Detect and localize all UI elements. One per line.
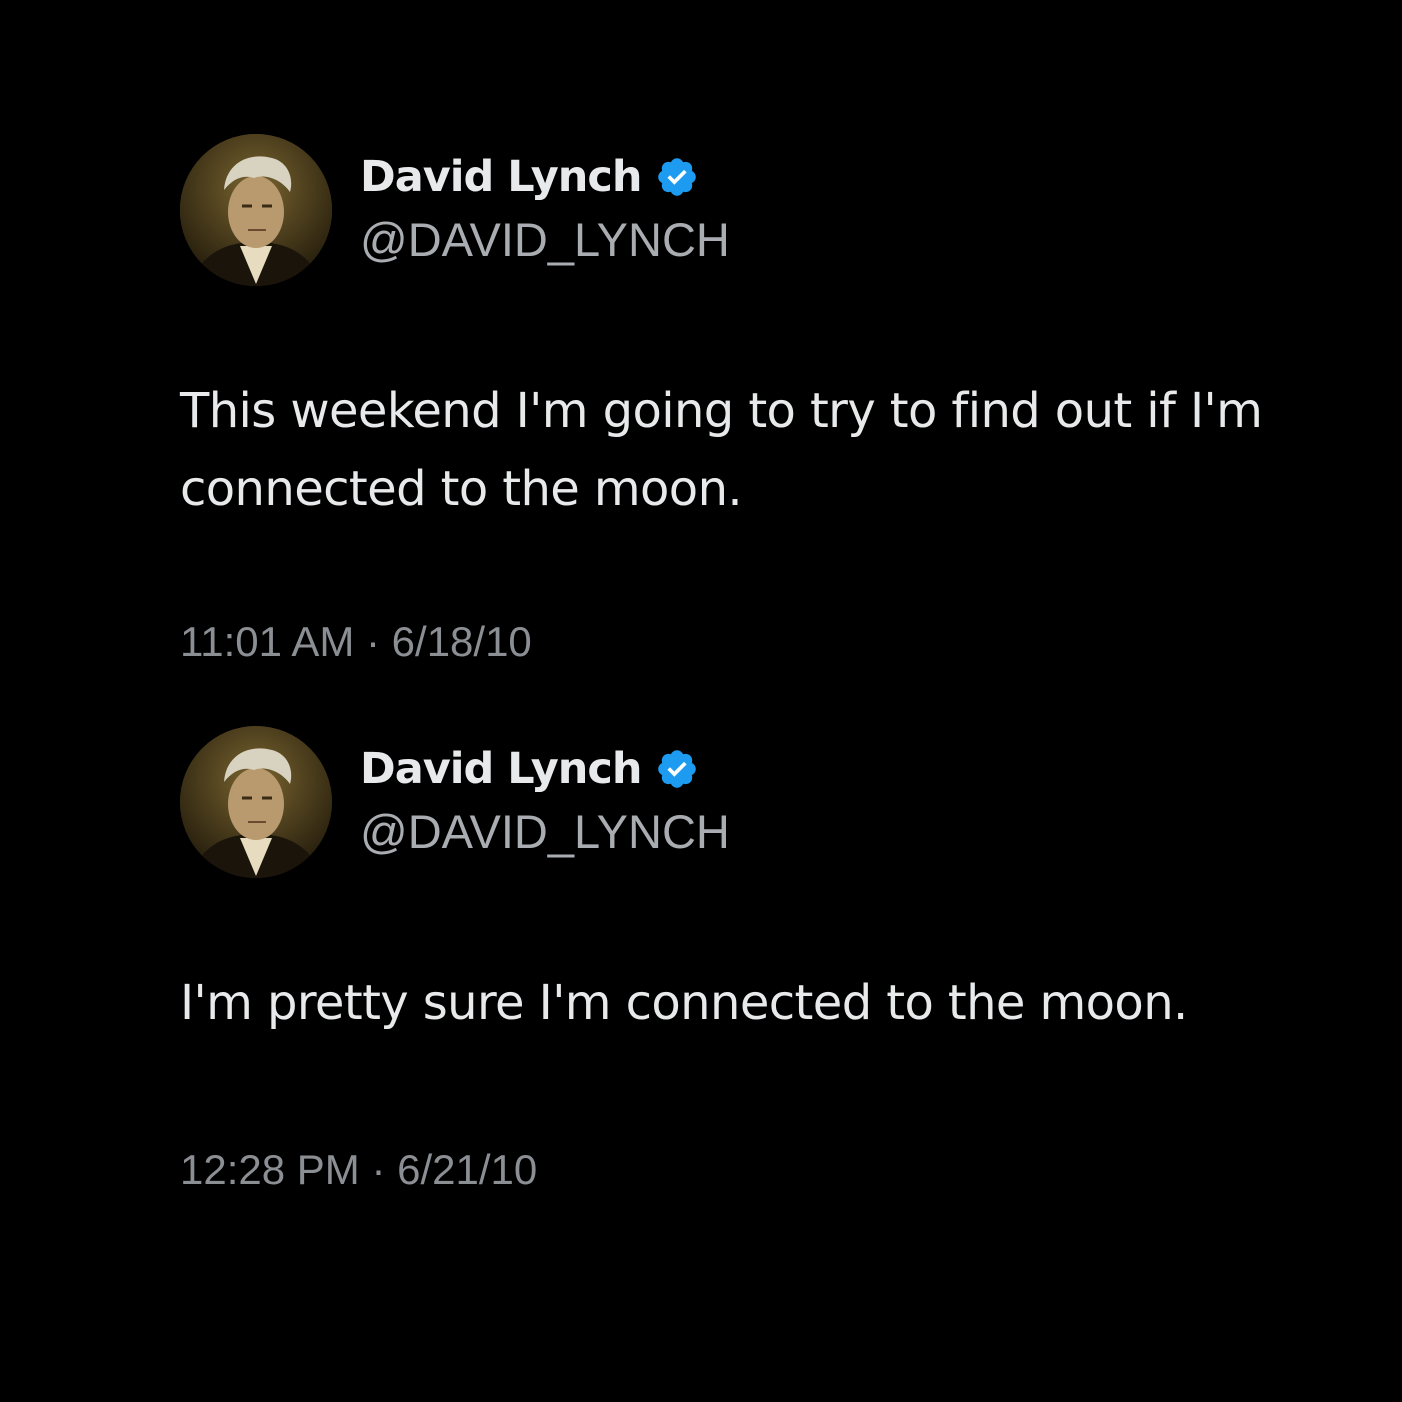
- timestamp[interactable]: 11:01 AM · 6/18/10: [180, 618, 1360, 666]
- handle[interactable]: @DAVID_LYNCH: [360, 212, 730, 267]
- tweet-header: David Lynch @DAVID_LYNCH: [180, 134, 1360, 286]
- avatar-image: [180, 134, 332, 286]
- name-row: David Lynch: [360, 740, 730, 798]
- verified-badge-icon: [658, 749, 697, 788]
- handle[interactable]: @DAVID_LYNCH: [360, 804, 730, 859]
- avatar-image: [180, 726, 332, 878]
- tweet[interactable]: David Lynch @DAVID_LYNCH This weekend I'…: [180, 134, 1360, 666]
- author-identity: David Lynch @DAVID_LYNCH: [360, 740, 730, 859]
- display-name[interactable]: David Lynch: [360, 152, 642, 202]
- avatar[interactable]: [180, 134, 332, 286]
- avatar[interactable]: [180, 726, 332, 878]
- display-name[interactable]: David Lynch: [360, 744, 642, 794]
- timestamp[interactable]: 12:28 PM · 6/21/10: [180, 1146, 1360, 1194]
- tweet-text: I'm pretty sure I'm connected to the moo…: [180, 975, 1188, 1031]
- verified-badge-icon: [658, 157, 697, 196]
- tweet-text: This weekend I'm going to try to find ou…: [180, 383, 1263, 517]
- tweet[interactable]: David Lynch @DAVID_LYNCH I'm pretty sure…: [180, 726, 1360, 1194]
- tweet-header: David Lynch @DAVID_LYNCH: [180, 726, 1360, 878]
- name-row: David Lynch: [360, 148, 730, 206]
- author-identity: David Lynch @DAVID_LYNCH: [360, 148, 730, 267]
